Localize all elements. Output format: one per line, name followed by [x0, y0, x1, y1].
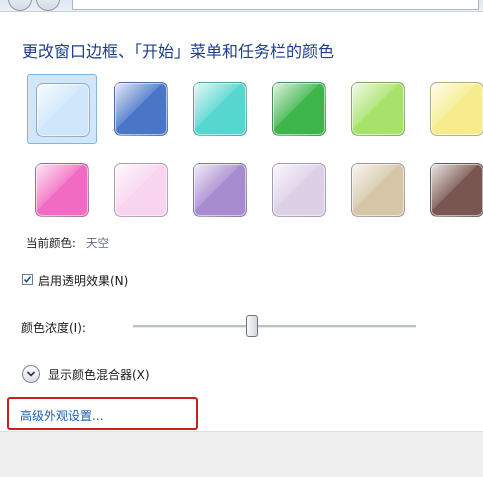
- expand-mixer-button[interactable]: [22, 365, 40, 383]
- address-bar[interactable]: [72, 0, 479, 10]
- color-swatch-grid: [27, 74, 483, 229]
- current-color-label: 当前颜色:: [26, 236, 76, 250]
- color-swatch-lime[interactable]: [343, 74, 413, 144]
- back-button[interactable]: [8, 0, 32, 11]
- color-swatch-sky[interactable]: [27, 74, 97, 144]
- color-tile: [114, 163, 168, 217]
- color-tile: [193, 82, 247, 136]
- color-tile: [430, 163, 483, 217]
- color-intensity-label: 颜色浓度(I):: [21, 321, 86, 335]
- current-color-value: 天空: [86, 236, 109, 250]
- checkmark-icon: [23, 276, 32, 284]
- transparency-checkbox[interactable]: [22, 274, 33, 285]
- color-tile: [114, 82, 168, 136]
- color-swatch-taupe[interactable]: [343, 155, 413, 225]
- color-swatch-lemon[interactable]: [422, 74, 483, 144]
- chevron-down-icon: [26, 371, 36, 377]
- color-tile: [430, 82, 483, 136]
- color-swatch-lavender[interactable]: [264, 155, 334, 225]
- color-intensity-track[interactable]: [133, 325, 416, 328]
- color-tile: [272, 82, 326, 136]
- footer-bar: [0, 431, 483, 477]
- page-title: 更改窗口边框、「开始」菜单和任务栏的颜色: [22, 42, 335, 61]
- color-swatch-violet[interactable]: [185, 155, 255, 225]
- color-tile: [35, 163, 89, 217]
- color-swatch-chocolate[interactable]: [422, 155, 483, 225]
- color-tile: [351, 82, 405, 136]
- transparency-label: 启用透明效果(N): [38, 274, 129, 288]
- color-swatch-leaf[interactable]: [264, 74, 334, 144]
- show-color-mixer-label[interactable]: 显示颜色混合器(X): [48, 366, 150, 383]
- color-tile: [272, 163, 326, 217]
- color-swatch-fuchsia[interactable]: [27, 155, 97, 225]
- color-tile: [351, 163, 405, 217]
- highlight-annotation: [7, 397, 198, 430]
- forward-button[interactable]: [36, 0, 60, 11]
- window-toolbar: [0, 0, 483, 12]
- color-tile: [36, 83, 90, 137]
- color-intensity-slider-thumb[interactable]: [246, 315, 258, 337]
- color-swatch-twilight[interactable]: [106, 74, 176, 144]
- color-swatch-sea[interactable]: [185, 74, 255, 144]
- color-tile: [193, 163, 247, 217]
- color-swatch-blush[interactable]: [106, 155, 176, 225]
